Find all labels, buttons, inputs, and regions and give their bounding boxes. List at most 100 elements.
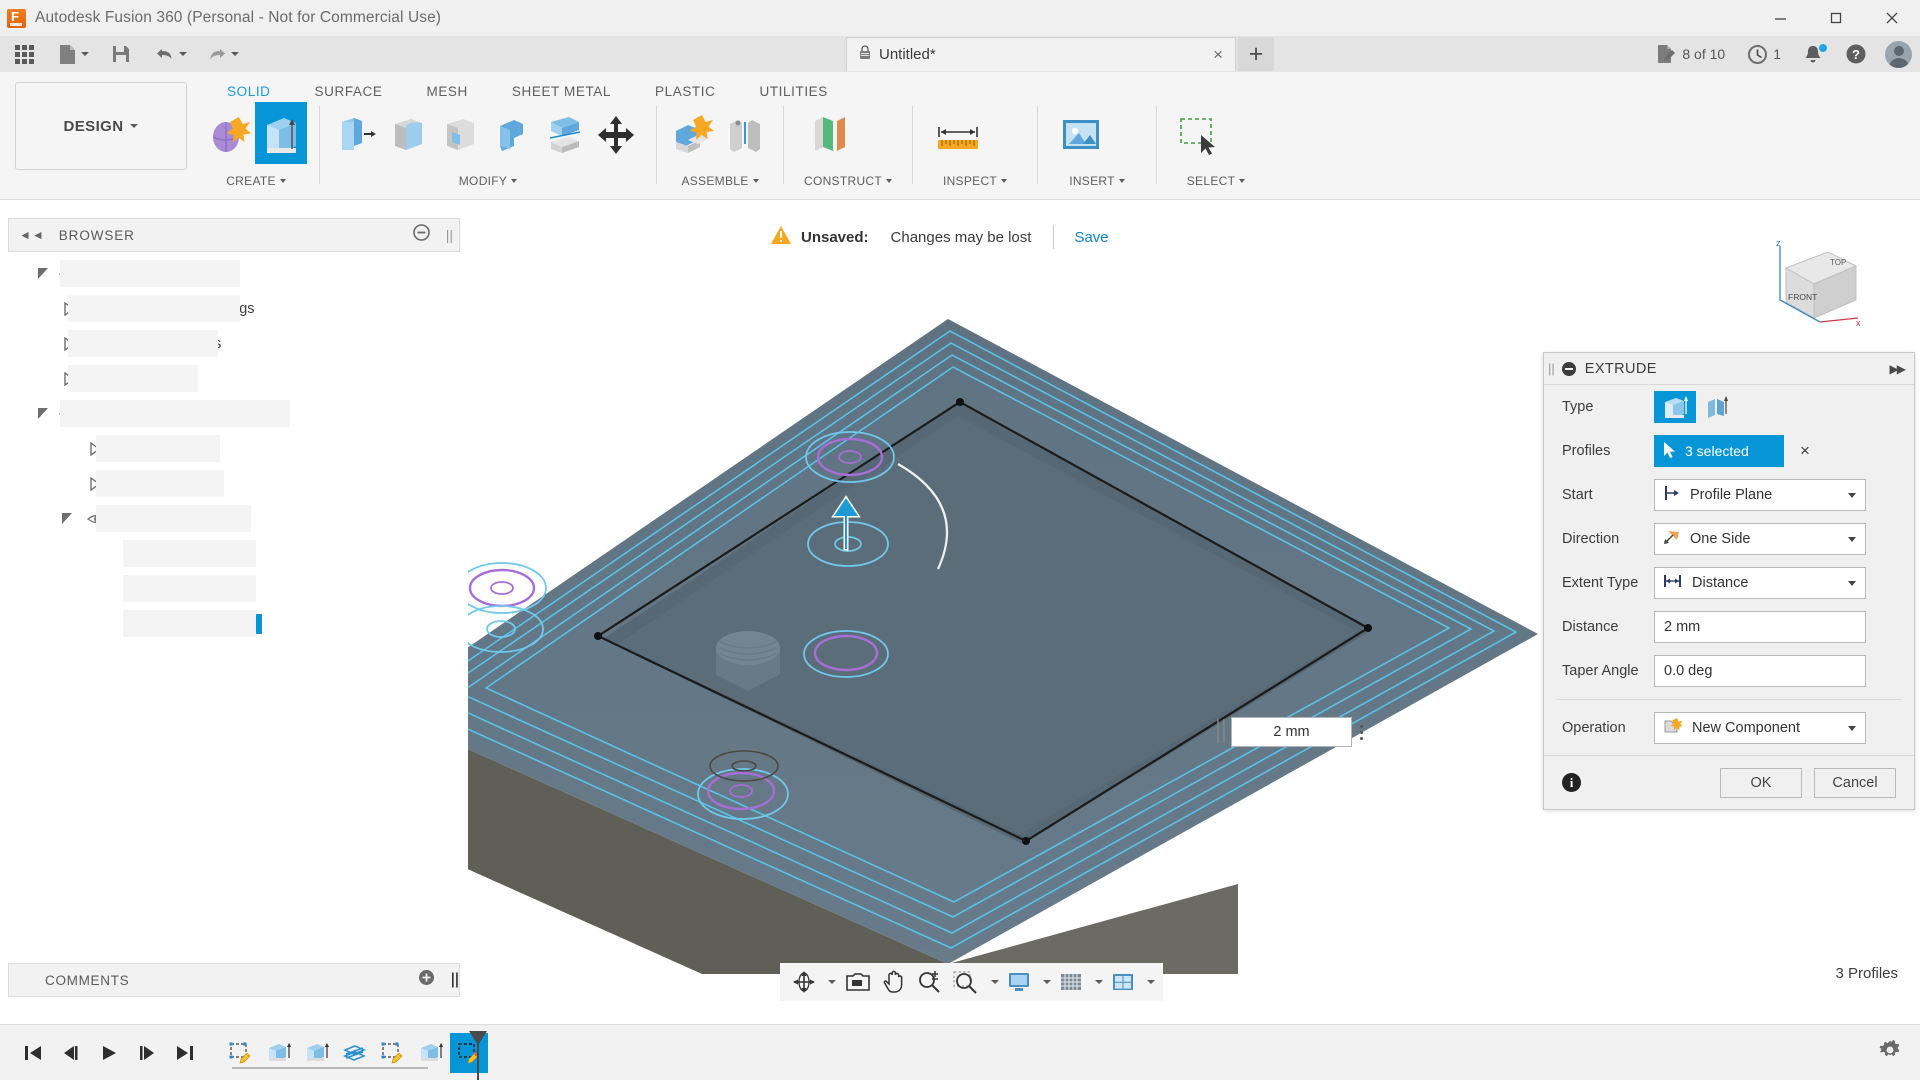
viewports-icon[interactable] — [1105, 965, 1141, 999]
direction-dropdown[interactable]: One Side — [1654, 523, 1866, 555]
tree-row-named-views[interactable]: Named Views — [8, 326, 460, 361]
tree-row-document-settings[interactable]: Document Settings — [8, 291, 460, 326]
panel-label-insert[interactable]: INSERT — [1041, 170, 1153, 192]
tree-row-sketch1[interactable]: Sketch1 — [8, 536, 460, 571]
expand-icon[interactable]: ▶▶ — [1890, 362, 1907, 376]
tab-plastic[interactable]: PLASTIC — [633, 84, 737, 99]
step-back-icon[interactable] — [52, 1033, 90, 1073]
expand-arrow-icon[interactable] — [32, 407, 54, 421]
history-status[interactable]: 1 — [1737, 38, 1791, 70]
jobs-status[interactable]: 8 of 10 — [1645, 38, 1735, 70]
tree-row-sketch3[interactable]: Sketch3 — [8, 606, 460, 641]
tree-row-component1[interactable]: Component1:1 — [8, 396, 460, 431]
minimize-button[interactable] — [1752, 0, 1808, 36]
close-button[interactable] — [1864, 0, 1920, 36]
look-at-icon[interactable] — [838, 965, 876, 999]
tab-mesh[interactable]: MESH — [404, 84, 489, 99]
move-copy-icon[interactable] — [590, 106, 642, 164]
orbit-dropdown-icon[interactable] — [822, 965, 838, 999]
new-tab-button[interactable]: + — [1238, 37, 1274, 71]
taper-angle-input[interactable]: 0.0 deg — [1654, 655, 1866, 687]
distance-input[interactable]: 2 mm — [1654, 611, 1866, 643]
extrude-dialog-header[interactable]: || EXTRUDE ▶▶ — [1544, 353, 1914, 385]
orbit-icon[interactable] — [786, 965, 822, 999]
skip-start-icon[interactable] — [14, 1033, 52, 1073]
dimension-options-icon[interactable] — [1352, 724, 1370, 740]
canvas-dimension-input[interactable]: 2 mm — [1215, 716, 1370, 748]
minimize-browser-icon[interactable] — [412, 224, 430, 246]
zoom-window-icon[interactable] — [947, 965, 985, 999]
operation-dropdown[interactable]: New Component — [1654, 712, 1866, 744]
measure-icon[interactable] — [923, 106, 993, 164]
select-icon[interactable] — [1167, 106, 1233, 164]
panel-label-create[interactable]: CREATE — [196, 170, 316, 192]
panel-label-select[interactable]: SELECT — [1160, 170, 1272, 192]
collapse-icon[interactable] — [1561, 361, 1576, 376]
comments-panel-header[interactable]: COMMENTS || — [8, 963, 460, 997]
panel-label-construct[interactable]: CONSTRUCT — [787, 170, 909, 192]
expand-arrow-icon[interactable] — [32, 267, 54, 281]
maximize-button[interactable] — [1808, 0, 1864, 36]
combine-icon[interactable] — [486, 106, 538, 164]
save-button[interactable] — [105, 38, 137, 70]
timeline-sketch-3-active[interactable] — [450, 1030, 488, 1080]
joint-icon[interactable] — [719, 106, 771, 164]
timeline-shell[interactable] — [336, 1033, 374, 1073]
extrude-icon[interactable] — [255, 102, 307, 164]
split-body-icon[interactable] — [538, 106, 590, 164]
redo-button[interactable] — [201, 38, 245, 70]
view-cube[interactable]: TOP FRONT z x — [1758, 238, 1868, 338]
zoom-icon[interactable] — [911, 965, 947, 999]
tree-row-bodies[interactable]: Bodies — [8, 466, 460, 501]
tab-utilities[interactable]: UTILITIES — [737, 84, 849, 99]
drag-handle-icon[interactable]: || — [1548, 361, 1555, 376]
timeline-marker[interactable] — [469, 1030, 489, 1080]
type-surface-button[interactable] — [1696, 391, 1738, 423]
grid-snap-dropdown-icon[interactable] — [1089, 965, 1105, 999]
tree-row-origin-component[interactable]: Origin — [8, 431, 460, 466]
workspace-selector[interactable]: DESIGN — [15, 82, 187, 170]
fillet-icon[interactable] — [382, 106, 434, 164]
press-pull-icon[interactable] — [330, 106, 382, 164]
tab-solid[interactable]: SOLID — [205, 84, 293, 99]
panel-label-assemble[interactable]: ASSEMBLE — [660, 170, 780, 192]
tree-row-sketch2[interactable]: Sketch2 — [8, 571, 460, 606]
display-settings-dropdown-icon[interactable] — [1037, 965, 1053, 999]
start-dropdown[interactable]: Profile Plane — [1654, 479, 1866, 511]
dimension-value[interactable]: 2 mm — [1231, 717, 1352, 747]
new-file-button[interactable] — [52, 38, 95, 70]
panel-label-inspect[interactable]: INSPECT — [916, 170, 1034, 192]
info-icon[interactable]: i — [1562, 773, 1581, 792]
viewports-dropdown-icon[interactable] — [1141, 965, 1157, 999]
tab-surface[interactable]: SURFACE — [293, 84, 405, 99]
display-settings-icon[interactable] — [1001, 965, 1037, 999]
extent-type-dropdown[interactable]: Distance — [1654, 567, 1866, 599]
tab-sheet-metal[interactable]: SHEET METAL — [490, 84, 633, 99]
resize-handle[interactable]: || — [451, 971, 459, 989]
timeline-sketch-1[interactable] — [222, 1033, 260, 1073]
clear-profiles-icon[interactable]: × — [1800, 441, 1810, 461]
skip-end-icon[interactable] — [166, 1033, 204, 1073]
step-forward-icon[interactable] — [128, 1033, 166, 1073]
tree-row-sketches[interactable]: Sketches — [8, 501, 460, 536]
save-link[interactable]: Save — [1074, 229, 1108, 246]
play-icon[interactable] — [90, 1033, 128, 1073]
new-component-icon[interactable] — [667, 106, 719, 164]
help-button[interactable]: ? — [1835, 38, 1877, 70]
expand-arrow-icon[interactable] — [56, 512, 78, 526]
close-tab-icon[interactable]: × — [1213, 46, 1223, 63]
panel-label-modify[interactable]: MODIFY — [323, 170, 653, 192]
collapse-browser-icon[interactable]: ◄◄ — [19, 228, 45, 242]
cancel-button[interactable]: Cancel — [1814, 767, 1896, 798]
type-solid-button[interactable] — [1654, 391, 1696, 423]
document-tab[interactable]: Untitled* × — [846, 37, 1236, 71]
construct-plane-icon[interactable] — [794, 106, 864, 164]
tree-row-origin-root[interactable]: Origin — [8, 361, 460, 396]
profiles-select-button[interactable]: 3 selected — [1654, 435, 1784, 467]
undo-button[interactable] — [149, 38, 193, 70]
notifications-button[interactable] — [1793, 38, 1833, 70]
pan-icon[interactable] — [876, 965, 911, 999]
timeline-extrude-2[interactable] — [298, 1033, 336, 1073]
zoom-window-dropdown-icon[interactable] — [985, 965, 1001, 999]
tree-row-unsaved[interactable]: (Unsaved) — [8, 256, 460, 291]
